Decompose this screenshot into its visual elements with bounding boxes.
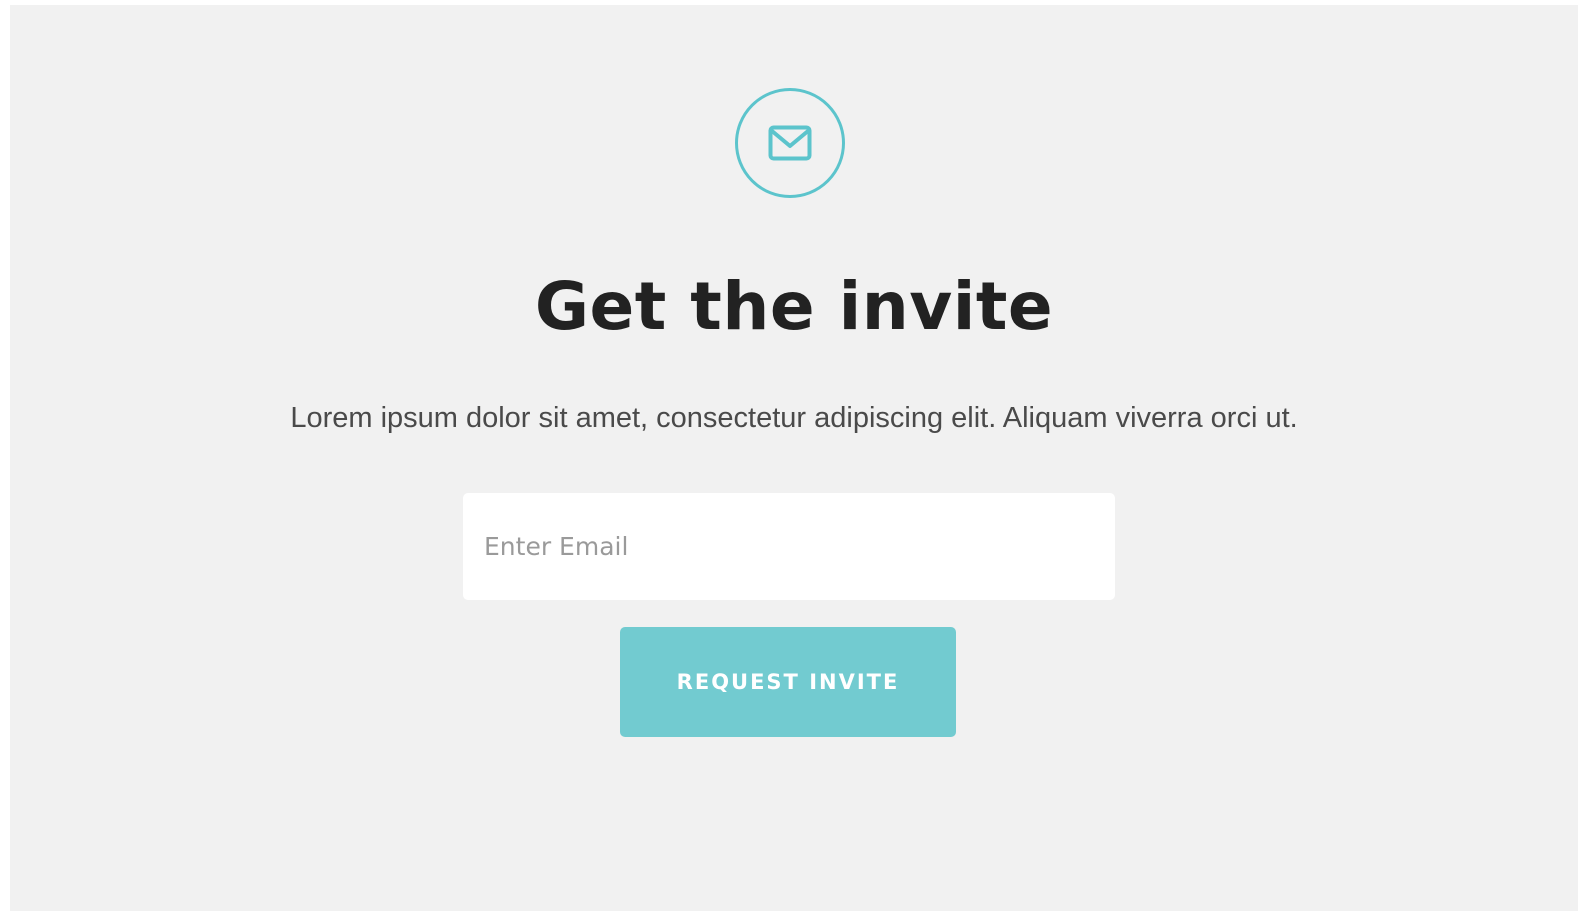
email-field[interactable] (463, 493, 1115, 600)
page-description: Lorem ipsum dolor sit amet, consectetur … (290, 402, 1298, 434)
envelope-icon (768, 125, 812, 161)
request-invite-button[interactable]: REQUEST INVITE (620, 627, 956, 737)
invite-section: Get the invite Lorem ipsum dolor sit ame… (10, 5, 1578, 911)
page-title: Get the invite (534, 268, 1054, 345)
envelope-icon-circle (735, 88, 845, 198)
